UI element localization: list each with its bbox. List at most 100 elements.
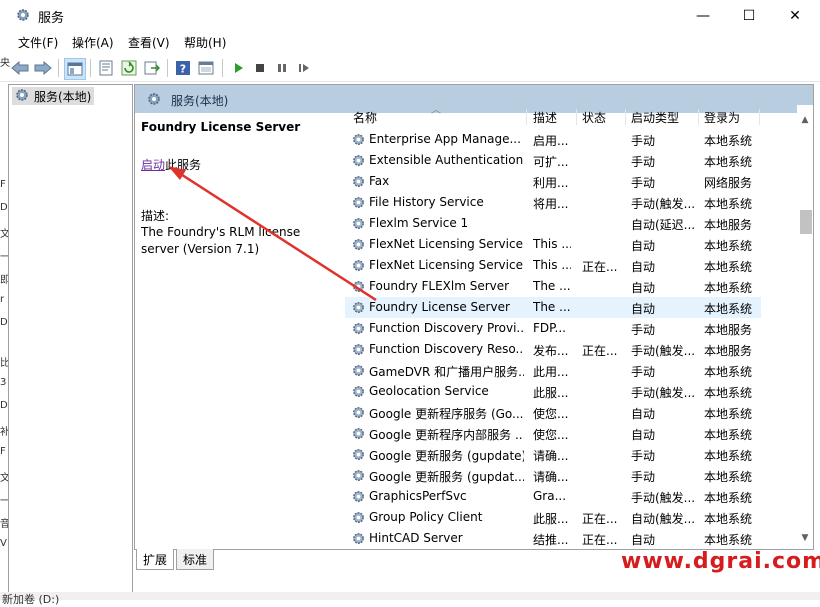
service-gear-icon [351, 426, 366, 441]
scroll-down-icon[interactable]: ▼ [797, 533, 813, 545]
service-row[interactable]: Google 更新服务 (gupdat... 请确... 手动 本地系统 [345, 465, 761, 486]
service-row[interactable]: File History Service 将用... 手动(触发... 本地系统 [345, 192, 761, 213]
service-description: 此服... [533, 386, 569, 400]
service-row[interactable]: Google 更新程序内部服务 ... 使您... 自动 本地系统 [345, 423, 761, 444]
service-row[interactable]: HintCAD Server 结推... 正在... 自动 本地系统 [345, 528, 761, 549]
service-row[interactable]: GraphicsPerfSvc Gra... 手动(触发... 本地系统 [345, 486, 761, 507]
service-startup-type: 手动(触发... [631, 197, 695, 211]
column-header-status[interactable]: 状态 [582, 109, 606, 126]
column-divider[interactable] [625, 109, 626, 125]
service-name: Fax [369, 174, 390, 188]
scroll-up-icon[interactable]: ▲ [797, 115, 813, 127]
column-header-startup-type[interactable]: 启动类型 [631, 109, 679, 126]
column-divider[interactable] [576, 109, 577, 125]
service-row[interactable]: Foundry License Server The ... 自动 本地系统 [345, 297, 761, 318]
vertical-scrollbar[interactable]: ▲ ▼ [797, 105, 813, 549]
services-list: ︿ 名称 描述 状态 启动类型 登录为 Enterprise App Manag… [345, 105, 813, 549]
service-row[interactable]: Foundry FLEXlm Server The ... 自动 本地系统 [345, 276, 761, 297]
tab-extended[interactable]: 扩展 [136, 549, 175, 570]
service-logon-as: 本地系统 [704, 281, 753, 295]
close-icon: ✕ [789, 7, 801, 24]
menu-view[interactable]: 查看(V) [128, 34, 170, 51]
service-name: Extensible Authentication... [369, 153, 524, 167]
column-header-name[interactable]: 名称 [353, 109, 377, 126]
service-logon-as: 本地系统 [704, 533, 753, 547]
start-service-link[interactable]: 启动 [141, 158, 165, 172]
maximize-button[interactable]: ☐ [726, 0, 772, 31]
service-gear-icon [351, 531, 366, 546]
minimize-icon: — [696, 7, 710, 24]
service-logon-as: 本地系统 [704, 470, 753, 484]
refresh-icon[interactable] [119, 58, 139, 78]
background-drive-label: 新加卷 (D:) [2, 593, 60, 606]
menu-action[interactable]: 操作(A) [72, 34, 114, 51]
minimize-button[interactable]: — [680, 0, 726, 31]
service-row[interactable]: Google 更新服务 (gupdate) 请确... 手动 本地系统 [345, 444, 761, 465]
sliver-char: D [0, 400, 8, 411]
service-row[interactable]: Group Policy Client 此服... 正在... 自动(触发... 本地系… [345, 507, 761, 528]
menu-help[interactable]: 帮助(H) [184, 34, 226, 51]
service-name: Google 更新程序服务 (Go... [369, 407, 524, 421]
service-startup-type: 自动 [631, 260, 656, 274]
service-gear-icon [351, 300, 366, 315]
toolbar: ? [0, 55, 820, 82]
service-startup-type: 自动 [631, 533, 656, 547]
forward-icon[interactable] [33, 58, 53, 78]
service-description: 请确... [533, 449, 569, 463]
column-header-logon-as[interactable]: 登录为 [704, 109, 740, 126]
toolbar-separator [58, 59, 59, 77]
properties-icon[interactable] [96, 58, 116, 78]
column-divider[interactable] [698, 109, 699, 125]
show-hide-tree-icon[interactable] [64, 58, 86, 80]
column-divider[interactable] [759, 109, 760, 125]
service-description: 发布... [533, 344, 569, 358]
menu-file[interactable]: 文件(F) [18, 34, 58, 51]
service-row[interactable]: FlexNet Licensing Service This ... 自动 本地系统 [345, 234, 761, 255]
service-row[interactable]: Function Discovery Provi... FDP... 手动 本地服务 [345, 318, 761, 339]
start-service-icon[interactable] [228, 58, 248, 78]
service-row[interactable]: Enterprise App Manage... 启用... 手动 本地系统 [345, 129, 761, 150]
scroll-thumb[interactable] [800, 210, 812, 234]
service-row[interactable]: Geolocation Service 此服... 手动(触发... 本地系统 [345, 381, 761, 402]
service-row[interactable]: Flexlm Service 1 自动(延迟... 本地服务 [345, 213, 761, 234]
service-logon-as: 本地服务 [704, 344, 753, 358]
column-header-description[interactable]: 描述 [533, 109, 557, 126]
service-row[interactable]: Google 更新程序服务 (Go... 使您... 自动 本地系统 [345, 402, 761, 423]
restart-service-icon[interactable] [294, 58, 314, 78]
service-logon-as: 本地服务 [704, 323, 753, 337]
stop-service-icon[interactable] [250, 58, 270, 78]
service-row[interactable]: Fax 利用... 手动 网络服务 [345, 171, 761, 192]
sliver-char: V [0, 538, 7, 549]
tree-item-services-local[interactable]: 服务(本地) [12, 87, 95, 105]
service-logon-as: 本地系统 [704, 512, 753, 526]
service-row[interactable]: GameDVR 和广播用户服务... 此用... 手动 本地系统 [345, 360, 761, 381]
column-divider[interactable] [526, 109, 527, 125]
service-startup-type: 手动 [631, 176, 656, 190]
services-gear-icon [146, 91, 162, 110]
service-startup-type: 自动(延迟... [631, 218, 695, 232]
service-gear-icon [351, 216, 366, 231]
back-icon[interactable] [10, 58, 30, 78]
service-gear-icon [351, 342, 366, 357]
service-logon-as: 本地系统 [704, 449, 753, 463]
service-gear-icon [351, 447, 366, 462]
service-row[interactable]: FlexNet Licensing Service... This ... 正在..… [345, 255, 761, 276]
service-logon-as: 本地系统 [704, 197, 753, 211]
service-startup-type: 手动 [631, 134, 656, 148]
service-logon-as: 本地服务 [704, 218, 753, 232]
toolbar-separator [167, 59, 168, 77]
view-tabs: 扩展 标准 [134, 549, 434, 571]
service-row[interactable]: Extensible Authentication... 可扩... 手动 本地系统 [345, 150, 761, 171]
tab-standard[interactable]: 标准 [176, 549, 215, 570]
console-view-icon[interactable] [196, 58, 216, 78]
service-startup-type: 自动 [631, 407, 656, 421]
pause-service-icon[interactable] [272, 58, 292, 78]
service-logon-as: 本地系统 [704, 386, 753, 400]
close-button[interactable]: ✕ [772, 0, 818, 31]
selected-service-title: Foundry License Server [141, 120, 301, 134]
export-list-icon[interactable] [142, 58, 162, 78]
service-gear-icon [351, 153, 366, 168]
service-description: Gra... [533, 489, 567, 503]
help-icon[interactable]: ? [173, 58, 193, 78]
service-row[interactable]: Function Discovery Reso... 发布... 正在... 手动(触… [345, 339, 761, 360]
